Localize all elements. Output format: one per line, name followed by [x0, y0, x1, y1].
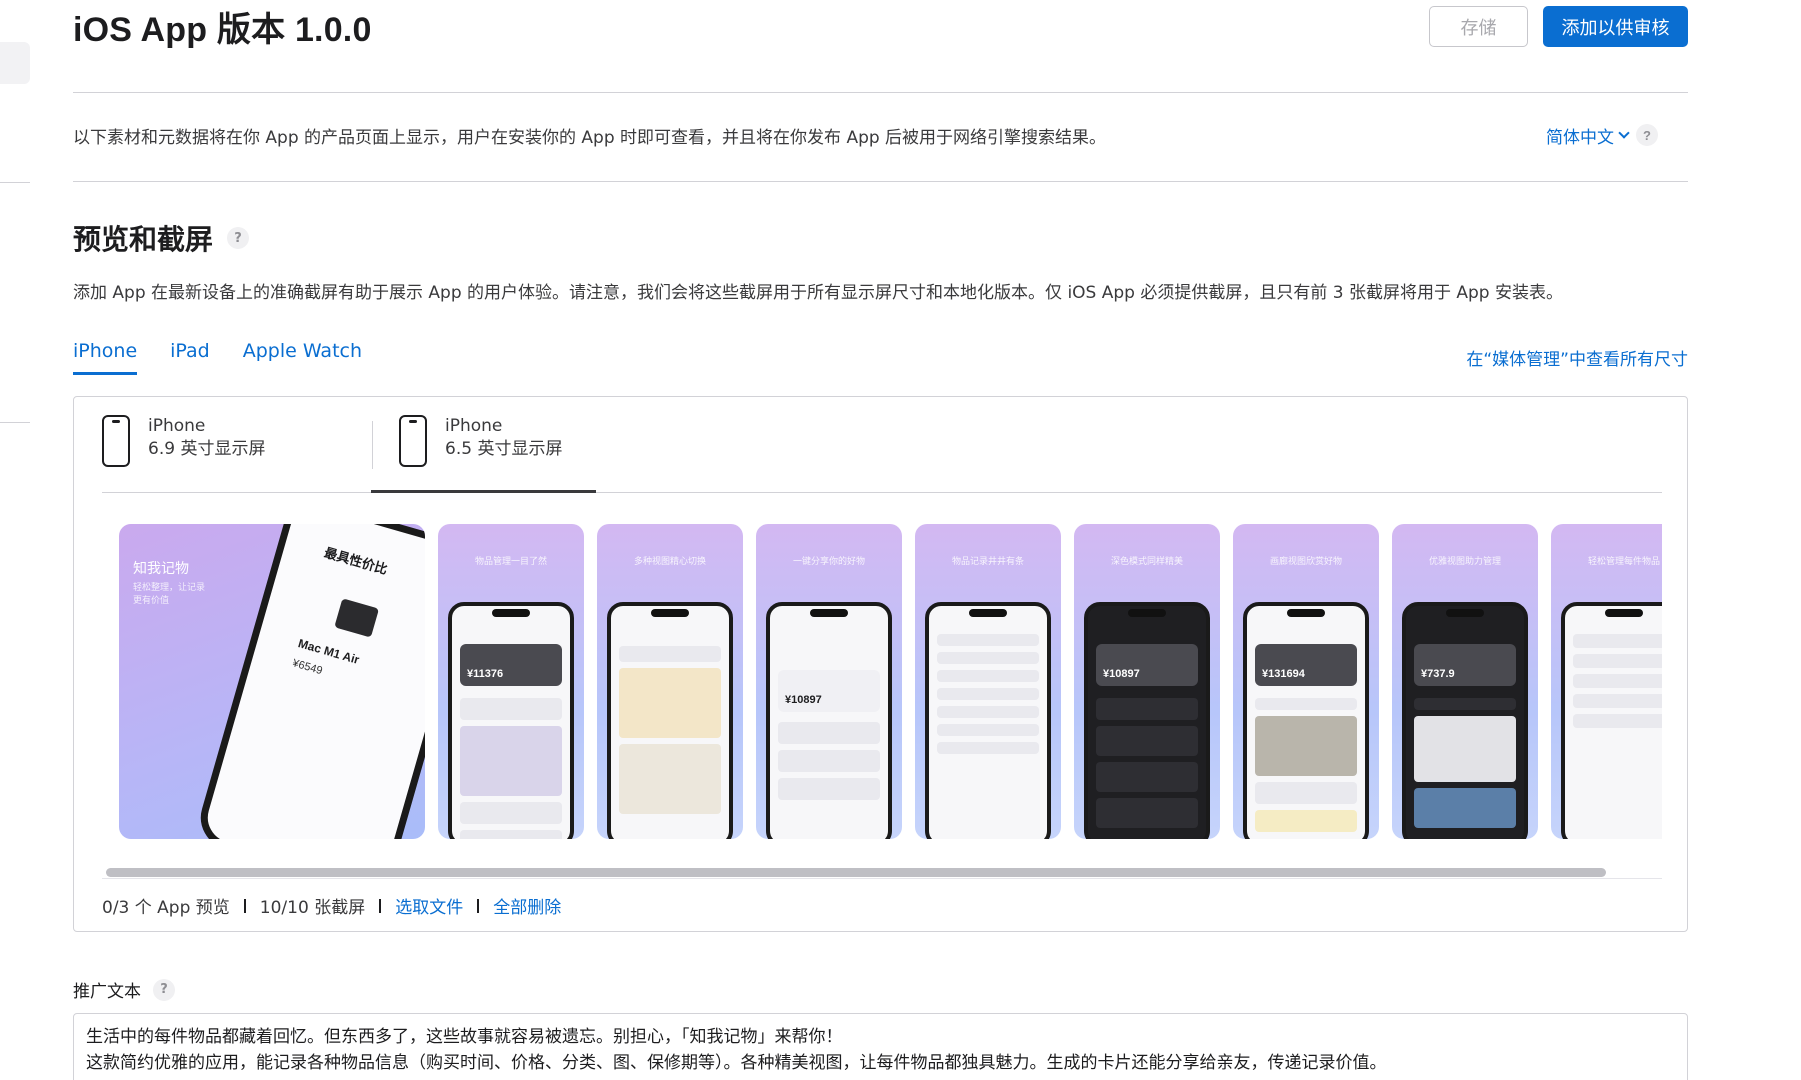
screenshot-thumbnail[interactable]: 一键分享你的好物 ¥10897: [756, 524, 902, 839]
section-title-preview: 预览和截屏 ?: [73, 218, 250, 258]
screenshot-panel: iPhone 6.9 英寸显示屏 iPhone 6.5 英寸显示屏 知我记物 轻…: [73, 396, 1688, 932]
phone-mockup: ¥10897: [766, 602, 892, 839]
screenshot-caption: 物品管理一目了然: [474, 557, 547, 567]
device-size-6-5[interactable]: iPhone 6.5 英寸显示屏: [371, 415, 596, 493]
laptop-icon: [334, 598, 380, 638]
help-icon[interactable]: ?: [227, 227, 250, 249]
intro-text: 以下素材和元数据将在你 App 的产品页面上显示，用户在安装你的 App 时即可…: [73, 128, 1107, 148]
screenshot-caption: 优雅视图助力管理: [1428, 557, 1501, 567]
promo-text-line: 这款简约优雅的应用，能记录各种物品信息（购买时间、价格、分类、图、保修期等）。各…: [86, 1053, 1387, 1073]
screenshot-thumbnail[interactable]: 物品记录井井有条: [915, 524, 1061, 839]
main-content: iOS App 版本 1.0.0 存储 添加以供审核 以下素材和元数据将在你 A…: [73, 0, 1688, 1080]
screenshot-thumbnail[interactable]: 深色模式同样精美 ¥10897: [1074, 524, 1220, 839]
help-icon[interactable]: ?: [1636, 124, 1658, 146]
phone-mockup: ¥10897: [1084, 602, 1210, 839]
phone-mockup: ¥131694: [1243, 602, 1369, 839]
screenshot-thumbnail[interactable]: 画廊视图欣赏好物 ¥131694: [1233, 524, 1379, 839]
phone-mockup: 最具性价比 Mac M1 Air ¥6549: [193, 524, 425, 839]
device-name: iPhone: [148, 416, 206, 436]
iphone-icon: [399, 415, 427, 467]
divider: [379, 898, 382, 913]
preview-count: 0/3 个 App 预览: [102, 898, 230, 918]
screenshot-caption: 一键分享你的好物: [792, 557, 865, 567]
horizontal-scrollbar[interactable]: [106, 868, 1606, 877]
iphone-icon: [102, 415, 130, 467]
device-size: 6.5 英寸显示屏: [445, 439, 563, 459]
screenshot-thumbnail[interactable]: 优雅视图助力管理 ¥737.9: [1392, 524, 1538, 839]
screenshot-caption: 多种视图精心切换: [633, 557, 706, 567]
phone-mockup: ¥737.9: [1402, 602, 1528, 839]
sidebar-collapsed-tab[interactable]: [0, 42, 30, 84]
chevron-down-icon: [1618, 127, 1630, 139]
language-select[interactable]: 简体中文: [1546, 123, 1630, 148]
device-name: iPhone: [445, 416, 503, 436]
media-manager-link[interactable]: 在“媒体管理”中查看所有尺寸: [1466, 345, 1688, 370]
help-icon[interactable]: ?: [153, 978, 175, 1001]
sidebar-divider: [0, 422, 30, 423]
device-size-tabs: iPhone 6.9 英寸显示屏 iPhone 6.5 英寸显示屏: [102, 397, 1662, 493]
device-tabs: iPhone iPad Apple Watch: [73, 340, 362, 375]
promo-label-text: 推广文本: [73, 982, 141, 1002]
divider: [477, 898, 480, 913]
promo-text-input[interactable]: 生活中的每件物品都藏着回忆。但东西多了，这些故事就容易被遗忘。别担心，「知我记物…: [73, 1013, 1688, 1080]
screenshot-thumbnail[interactable]: 轻松管理每件物品: [1551, 524, 1662, 839]
screenshot-count: 10/10 张截屏: [259, 898, 366, 918]
tab-iphone[interactable]: iPhone: [73, 340, 138, 375]
screenshot-thumbnail[interactable]: 物品管理一目了然 ¥11376: [438, 524, 584, 839]
choose-file-link[interactable]: 选取文件: [395, 893, 463, 918]
device-size-6-9[interactable]: iPhone 6.9 英寸显示屏: [102, 415, 272, 493]
promo-text-line: 生活中的每件物品都藏着回忆。但东西多了，这些故事就容易被遗忘。别担心，「知我记物…: [86, 1027, 843, 1047]
save-button[interactable]: 存储: [1429, 6, 1528, 47]
screenshot-strip[interactable]: 知我记物 轻松整理，让记录更有价值 最具性价比 Mac M1 Air ¥6549…: [119, 524, 1662, 839]
section-title-text: 预览和截屏: [73, 223, 214, 256]
screenshot-caption: 深色模式同样精美: [1110, 557, 1183, 567]
screenshot-thumbnail[interactable]: 知我记物 轻松整理，让记录更有价值 最具性价比 Mac M1 Air ¥6549: [119, 524, 425, 839]
submit-for-review-button[interactable]: 添加以供审核: [1543, 6, 1688, 47]
section-description: 添加 App 在最新设备上的准确截屏有助于展示 App 的用户体验。请注意，我们…: [73, 283, 1563, 303]
scrollbar-track: [102, 878, 1662, 879]
phone-mockup: [925, 602, 1051, 839]
divider: [243, 898, 246, 913]
promo-text-label: 推广文本 ?: [73, 977, 175, 1002]
screenshot-subcaption: 轻松整理，让记录更有价值: [133, 583, 206, 606]
phone-mockup: [607, 602, 733, 839]
sidebar-divider: [0, 182, 30, 183]
screenshot-caption: 画廊视图欣赏好物: [1269, 557, 1342, 567]
page-title: iOS App 版本 1.0.0: [73, 11, 372, 49]
tab-ipad[interactable]: iPad: [170, 340, 210, 375]
phone-mockup: [1561, 602, 1662, 839]
screenshot-caption: 知我记物: [133, 561, 189, 577]
tab-apple-watch[interactable]: Apple Watch: [243, 340, 362, 375]
phone-mockup: ¥11376: [448, 602, 574, 839]
device-size: 6.9 英寸显示屏: [148, 439, 266, 459]
metadata-intro: 以下素材和元数据将在你 App 的产品页面上显示，用户在安装你的 App 时即可…: [73, 93, 1688, 182]
screenshot-stats: 0/3 个 App 预览 10/10 张截屏 选取文件 全部删除: [102, 893, 561, 918]
screenshot-thumbnail[interactable]: 多种视图精心切换: [597, 524, 743, 839]
page-header: iOS App 版本 1.0.0 存储 添加以供审核: [73, 0, 1688, 93]
language-select-label: 简体中文: [1546, 128, 1614, 148]
delete-all-link[interactable]: 全部删除: [493, 893, 561, 918]
screenshot-caption: 轻松管理每件物品: [1587, 557, 1660, 567]
screenshot-caption: 物品记录井井有条: [951, 557, 1024, 567]
